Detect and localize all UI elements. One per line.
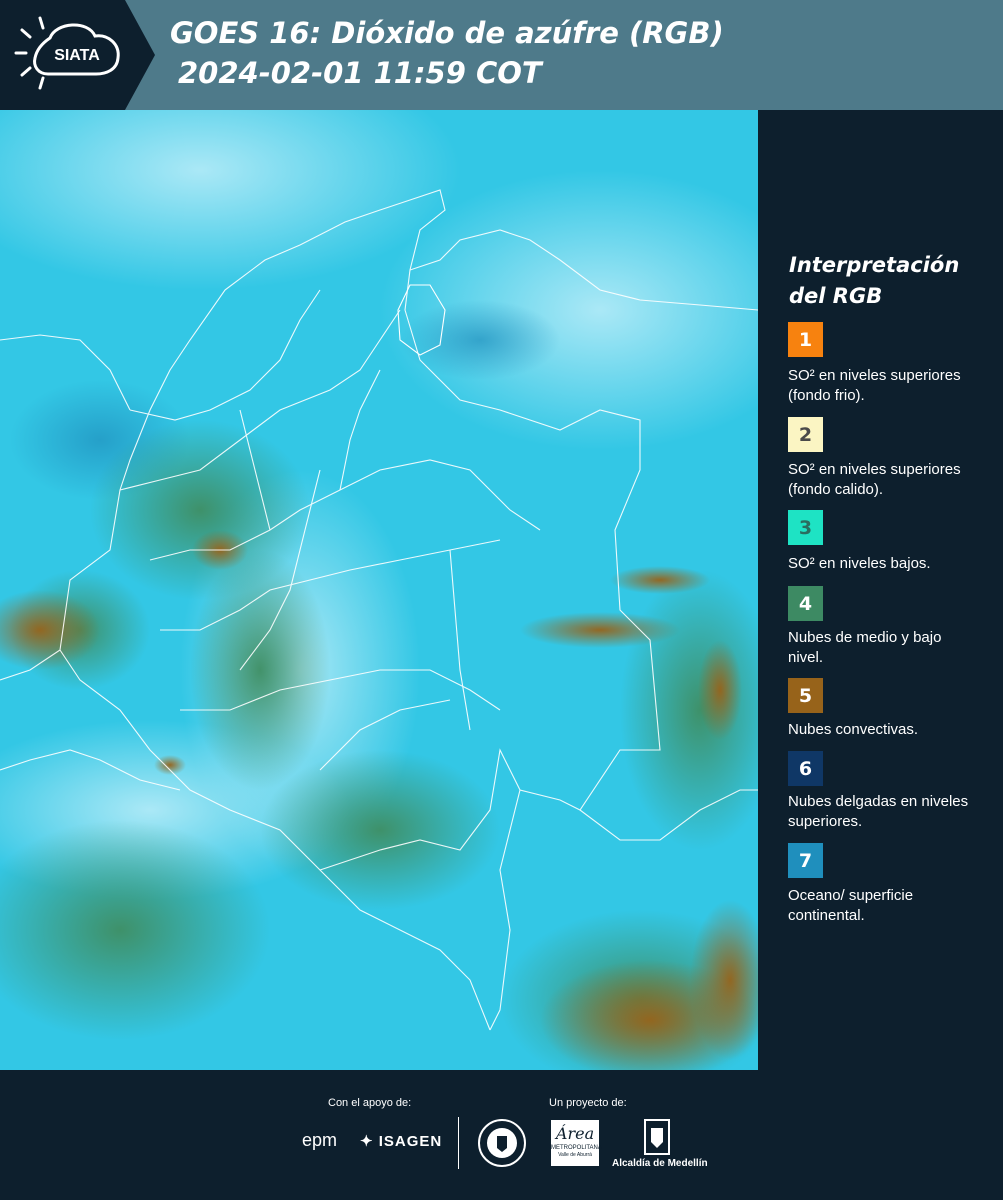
legend-description-3: SO² en niveles bajos. — [788, 555, 931, 572]
legend-description-1: SO² en niveles superiores (fondo frio). — [788, 367, 961, 404]
legend-description-4: Nubes de medio y bajo nivel. — [788, 629, 942, 666]
legend-swatch-4: 4 — [788, 586, 823, 621]
legend-description-2: SO² en niveles superiores (fondo calido)… — [788, 461, 961, 498]
legend-swatch-3: 3 — [788, 510, 823, 545]
footer-divider — [458, 1117, 459, 1169]
area-logo-sub: METROPOLITANA — [551, 1145, 602, 1151]
isagen-text: ISAGEN — [378, 1133, 443, 1150]
satellite-map — [0, 110, 758, 1070]
legend-swatch-5: 5 — [788, 678, 823, 713]
legend-swatch-7: 7 — [788, 843, 823, 878]
epm-logo: epm — [302, 1130, 338, 1150]
isagen-icon: ✦ — [360, 1133, 374, 1150]
legend-swatch-6: 6 — [788, 751, 823, 786]
legend-swatch-2: 2 — [788, 417, 823, 452]
area-metropolitana-logo: Área METROPOLITANA Valle de Aburrá — [551, 1120, 602, 1166]
footer: Con el apoyo de: Un proyecto de: epm ✦ I… — [0, 1070, 1003, 1200]
legend-swatch-1: 1 — [788, 322, 823, 357]
header-bar: SIATA GOES 16: Dióxido de azúfre (RGB) 2… — [0, 0, 1003, 110]
logo-text: SIATA — [54, 47, 100, 64]
legend-title: Interpretación del RGB — [789, 253, 960, 308]
isagen-logo: ✦ ISAGEN — [360, 1132, 442, 1150]
project-label: Un proyecto de: — [549, 1097, 627, 1109]
legend-description-6: Nubes delgadas en niveles superiores. — [788, 793, 969, 830]
support-label: Con el apoyo de: — [328, 1097, 412, 1109]
alcaldia-logo-text: Alcaldía de Medellín — [612, 1158, 708, 1169]
alcaldia-shield-icon — [644, 1119, 670, 1155]
medellin-seal-icon — [478, 1119, 526, 1167]
area-logo-text: Área — [555, 1124, 595, 1143]
map-image — [0, 110, 758, 1070]
area-logo-sub2: Valle de Aburrá — [558, 1152, 592, 1158]
page-title: GOES 16: Dióxido de azúfre (RGB) — [170, 16, 724, 50]
siata-logo: SIATA — [0, 0, 155, 110]
timestamp: 2024-02-01 11:59 COT — [178, 56, 542, 90]
legend-panel: Interpretación del RGB 1 SO² en niveles s… — [758, 110, 1003, 1070]
legend-description-5: Nubes convectivas. — [788, 721, 919, 738]
legend-description-7: Oceano/ superficie continental. — [788, 887, 914, 924]
